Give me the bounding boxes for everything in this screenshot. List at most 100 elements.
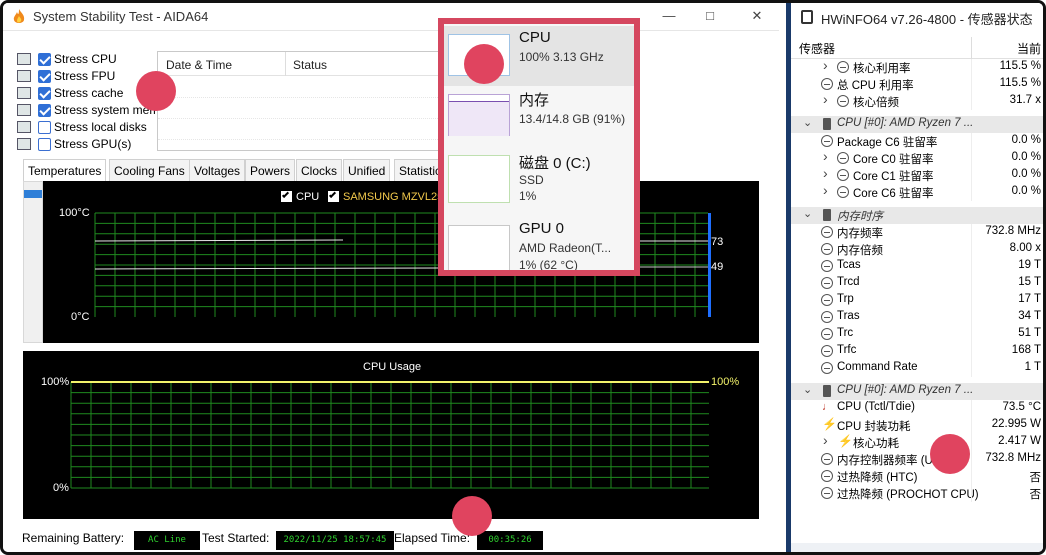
expand-chevron-icon[interactable]: › [823, 148, 828, 164]
chip-icon [823, 209, 831, 221]
close-button[interactable]: ✕ [747, 7, 767, 25]
sensor-row[interactable]: Trc 51 T [791, 326, 1043, 343]
sensor-row[interactable]: Trfc 168 T [791, 343, 1043, 360]
aida-titlebar: System Stability Test - AIDA64 — □ ✕ [3, 3, 779, 31]
tab-clocks[interactable]: Clocks [296, 159, 343, 181]
sensor-label: Trp [837, 293, 854, 305]
sensor-icon [821, 243, 833, 255]
stress-checkbox[interactable] [38, 53, 51, 66]
sensor-row[interactable]: ♩ CPU (Tctl/Tdie) 73.5 °C [791, 400, 1043, 417]
sensor-label: 内存频率 [837, 228, 883, 240]
expand-chevron-icon[interactable]: › [823, 91, 828, 107]
tm-disk-item[interactable]: 磁盘 0 (C:) SSD 1% [444, 146, 634, 216]
sensor-value: 168 T [1011, 344, 1041, 356]
tab-temperatures[interactable]: Temperatures [23, 159, 107, 182]
log-table-header: Date & Time Status [158, 52, 446, 76]
expand-chevron-icon[interactable]: › [823, 165, 828, 181]
battery-label: Remaining Battery: [22, 531, 125, 545]
sensor-label: 过热降频 (HTC) [837, 472, 918, 484]
sensor-row[interactable]: ⚡ CPU 封装功耗 22.995 W [791, 417, 1043, 434]
sensor-value: 8.00 x [1009, 242, 1041, 254]
temperature-grid [94, 212, 711, 317]
stress-checkbox[interactable] [38, 138, 51, 151]
sensor-row[interactable]: Package C6 驻留率 0.0 % [791, 133, 1043, 150]
stress-label[interactable]: Stress local disks [54, 120, 147, 134]
legend-cpu: CPU [296, 191, 320, 203]
column-current[interactable]: 当前 [1017, 40, 1041, 57]
cpu-legend-checkbox[interactable] [281, 190, 292, 202]
sensor-row[interactable]: › 核心利用率 115.5 % [791, 57, 1043, 76]
column-date-time[interactable]: Date & Time [166, 58, 232, 72]
stress-label[interactable]: Stress CPU [54, 52, 117, 66]
tm-memory-item[interactable]: 内存 13.4/14.8 GB (91%) [444, 86, 634, 146]
stress-label[interactable]: Stress cache [54, 86, 123, 100]
sensor-label: Tras [837, 310, 860, 322]
hwinfo-app-icon [801, 10, 813, 24]
stress-checkbox[interactable] [38, 104, 51, 117]
sensor-group-row[interactable]: ⌄ CPU [#0]: AMD Ryzen 7 ... [791, 383, 1043, 400]
column-sensor[interactable]: 传感器 [799, 40, 835, 57]
table-row [158, 98, 446, 119]
tab-voltages[interactable]: Voltages [189, 159, 246, 181]
stress-checkbox[interactable] [38, 70, 51, 83]
sensor-row[interactable]: 内存控制器频率 (UCLK) 732.8 MHz [791, 451, 1043, 468]
sensor-row[interactable]: › ⚡ 核心功耗 2.417 W [791, 432, 1043, 451]
sensor-value: 17 T [1018, 293, 1041, 305]
minimize-button[interactable]: — [659, 7, 679, 25]
expand-chevron-icon[interactable]: › [823, 182, 828, 198]
sensor-label: Command Rate [837, 361, 918, 373]
tab-unified[interactable]: Unified [343, 159, 391, 181]
sensor-value: 73.5 °C [1002, 401, 1041, 413]
sensor-row[interactable]: 内存频率 732.8 MHz [791, 224, 1043, 241]
tm-gpu-item[interactable]: GPU 0 AMD Radeon(T... 1% (62 °C) [444, 216, 634, 270]
usage-readout: 100% [711, 376, 740, 388]
tab-powers[interactable]: Powers [245, 159, 296, 181]
sensor-icon [837, 95, 849, 107]
column-status[interactable]: Status [293, 58, 327, 72]
sensor-row[interactable]: › Core C0 驻留率 0.0 % [791, 148, 1043, 167]
expand-chevron-icon[interactable]: › [823, 57, 828, 73]
window-title: System Stability Test - AIDA64 [33, 9, 209, 24]
annotation-dot [452, 496, 492, 536]
sensor-row[interactable]: › 核心倍频 31.7 x [791, 91, 1043, 110]
collapse-chevron-icon[interactable]: ⌄ [803, 116, 812, 129]
stress-checkbox[interactable] [38, 87, 51, 100]
sensor-value: 115.5 % [999, 77, 1041, 89]
sensor-icon [837, 186, 849, 198]
sensor-row[interactable]: 过热降频 (PROCHOT CPU) 否 [791, 485, 1043, 502]
stress-label[interactable]: Stress GPU(s) [54, 137, 131, 151]
expand-chevron-icon[interactable]: › [823, 432, 828, 448]
elapsed-time-value: 00:35:26 [477, 531, 543, 550]
tm-gpu-model: AMD Radeon(T... [519, 241, 612, 255]
sensor-group-row[interactable]: ⌄ 内存时序 [791, 207, 1043, 224]
sensor-row[interactable]: › Core C6 驻留率 0.0 % [791, 182, 1043, 201]
elapsed-time-label: Elapsed Time: [394, 531, 471, 545]
sensor-value: 19 T [1018, 259, 1041, 271]
sensor-row[interactable]: 内存倍频 8.00 x [791, 241, 1043, 258]
sensor-row[interactable]: › Core C1 驻留率 0.0 % [791, 165, 1043, 184]
sensor-icon [821, 260, 833, 272]
stress-device-icon [17, 53, 31, 65]
maximize-button[interactable]: □ [700, 7, 720, 25]
sensor-row[interactable]: Tras 34 T [791, 309, 1043, 326]
tm-disk-usage: 1% [519, 189, 537, 203]
stress-checkbox[interactable] [38, 121, 51, 134]
tab-cooling-fans[interactable]: Cooling Fans [109, 159, 190, 181]
stress-label[interactable]: Stress FPU [54, 69, 115, 83]
table-row [158, 119, 446, 140]
sensor-row[interactable]: 过热降频 (HTC) 否 [791, 468, 1043, 485]
sensor-selector-strip[interactable] [23, 181, 43, 343]
collapse-chevron-icon[interactable]: ⌄ [803, 207, 812, 220]
sensor-row[interactable]: Tcas 19 T [791, 258, 1043, 275]
sensor-value: 51 T [1018, 327, 1041, 339]
sensor-row[interactable]: Trcd 15 T [791, 275, 1043, 292]
sensor-group-label: CPU [#0]: AMD Ryzen 7 ... [837, 384, 974, 396]
ssd-legend-checkbox[interactable] [328, 190, 339, 202]
sensor-row[interactable]: Command Rate 1 T [791, 360, 1043, 377]
hwinfo-column-header: 传感器 当前 [791, 37, 1043, 59]
sensor-row[interactable]: Trp 17 T [791, 292, 1043, 309]
sensor-row[interactable]: 总 CPU 利用率 115.5 % [791, 76, 1043, 93]
aida64-window: System Stability Test - AIDA64 — □ ✕ Str… [3, 3, 779, 552]
collapse-chevron-icon[interactable]: ⌄ [803, 383, 812, 396]
sensor-group-row[interactable]: ⌄ CPU [#0]: AMD Ryzen 7 ... [791, 116, 1043, 133]
